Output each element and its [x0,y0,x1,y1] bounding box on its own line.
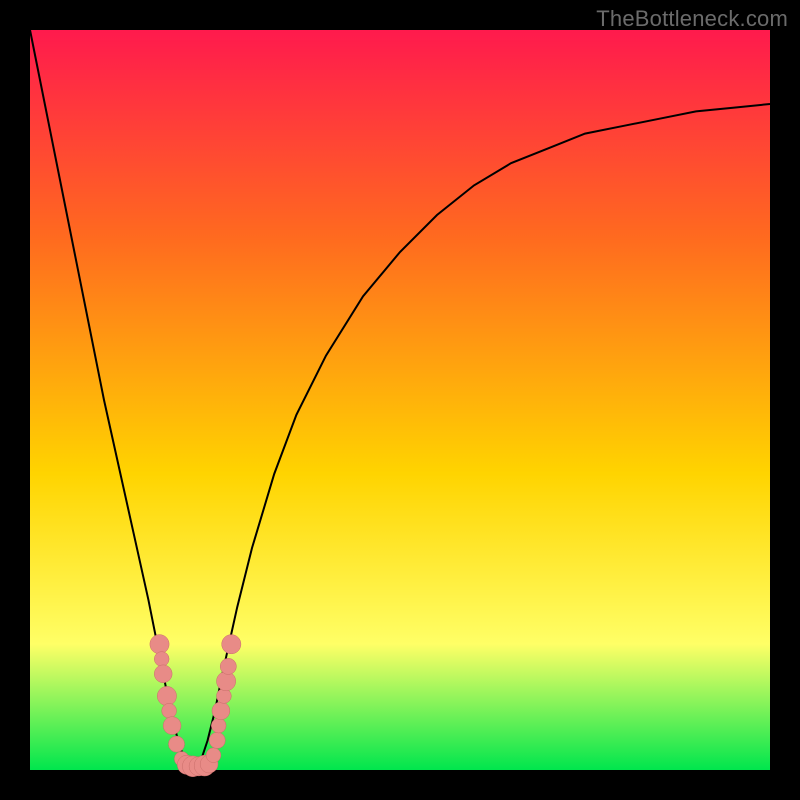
plot-background [30,30,770,770]
data-marker [168,736,184,752]
data-marker [211,718,226,733]
data-marker [157,686,176,705]
data-marker [217,689,232,704]
chart-svg [0,0,800,800]
watermark-text: TheBottleneck.com [596,6,788,32]
data-marker [154,665,172,683]
data-marker [212,702,230,720]
data-marker [217,672,236,691]
chart-frame: TheBottleneck.com [0,0,800,800]
data-marker [162,703,177,718]
data-marker [150,635,169,654]
data-marker [163,717,181,735]
data-marker [222,635,241,654]
data-marker [209,732,225,748]
data-marker [154,652,169,667]
data-marker [220,658,236,674]
data-marker [206,748,221,763]
